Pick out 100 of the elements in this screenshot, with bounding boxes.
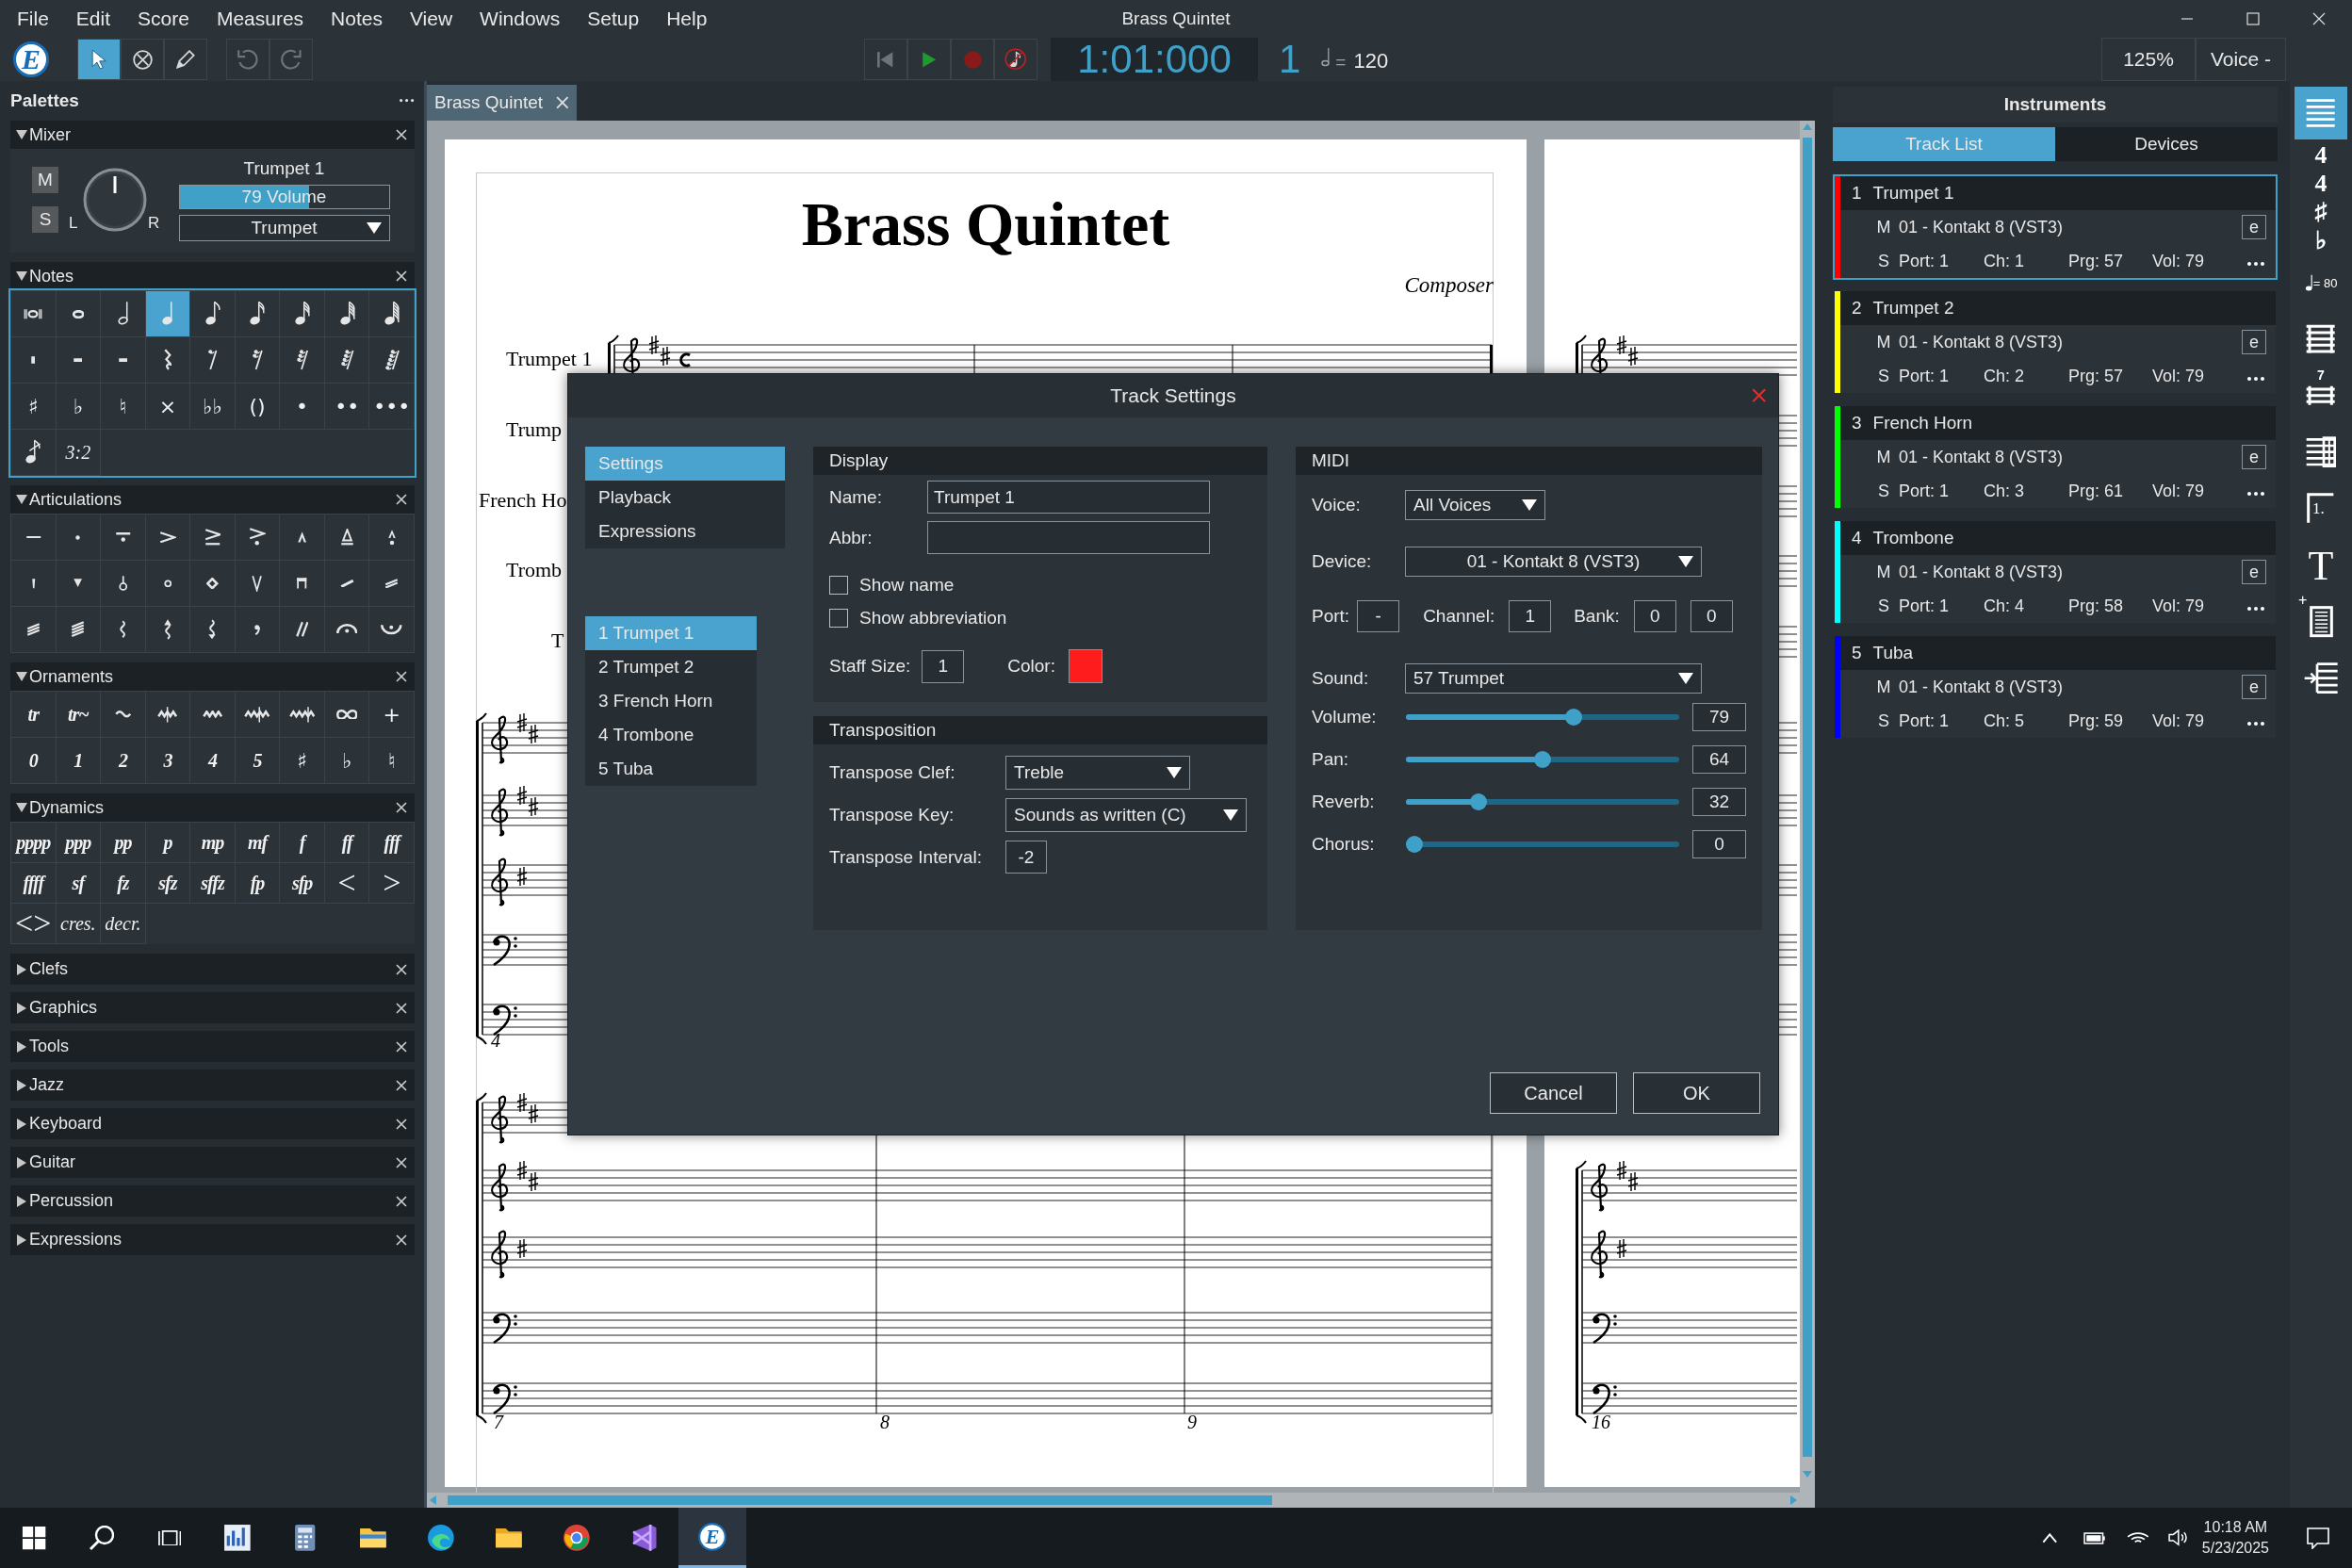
slider-value-field[interactable]: 32 bbox=[1691, 787, 1746, 816]
track-card[interactable]: 1 Trumpet 1 M 01 - Kontakt 8 (VST3) e S Port: 1 Ch: 1 Prg: 57 Vol: 79 bbox=[1833, 174, 2278, 280]
edit-button[interactable]: e bbox=[2242, 560, 2266, 584]
palette-item[interactable]: ♯ bbox=[280, 738, 325, 784]
device-dropdown[interactable]: 01 - Kontakt 8 (VST3) bbox=[1405, 547, 1702, 577]
menu-item[interactable]: Windows bbox=[468, 4, 577, 34]
palette-item[interactable]: pp bbox=[101, 823, 146, 863]
bank-field[interactable]: 0 bbox=[1633, 600, 1676, 632]
palette-item[interactable]: cres. bbox=[56, 904, 102, 944]
key-signature-tool[interactable]: ♯ ♭ bbox=[2295, 200, 2347, 253]
settings-page-tab[interactable]: Expressions bbox=[585, 514, 785, 548]
solo-toggle[interactable]: S bbox=[1869, 251, 1899, 271]
track-list-item[interactable]: 3 French Horn bbox=[585, 684, 757, 718]
voice-dropdown[interactable]: All Voices bbox=[1405, 490, 1545, 520]
palette-item[interactable]: ♭♭ bbox=[190, 384, 236, 430]
palette-item[interactable]: < bbox=[324, 863, 370, 904]
palette-item[interactable]: + bbox=[369, 692, 415, 738]
menu-item[interactable]: Score bbox=[126, 4, 205, 34]
checkbox-option[interactable]: Show name bbox=[829, 575, 1251, 596]
track-card[interactable]: 5 Tuba M 01 - Kontakt 8 (VST3) e S Port: 1 Ch: 5 Prg: 59 Vol: 79 bbox=[1833, 634, 2278, 740]
palette-item[interactable]: 4 bbox=[190, 738, 236, 784]
track-list-item[interactable]: 4 Trombone bbox=[585, 718, 757, 752]
palette-item[interactable]: sfp bbox=[280, 863, 325, 904]
taskbar-app-button[interactable]: E bbox=[678, 1508, 746, 1568]
palette-item[interactable]: ♭ bbox=[324, 738, 370, 784]
solo-toggle[interactable]: S bbox=[1869, 481, 1899, 501]
voice-button[interactable]: Voice - bbox=[2196, 38, 2286, 81]
menu-item[interactable]: View bbox=[398, 4, 469, 34]
palette-item[interactable]: 1 bbox=[56, 738, 102, 784]
palette-section-header[interactable]: Expressions bbox=[10, 1224, 415, 1255]
mute-button[interactable]: M bbox=[32, 167, 58, 193]
palette-item[interactable]: f bbox=[280, 823, 325, 863]
menu-item[interactable]: Help bbox=[655, 4, 724, 34]
palette-item[interactable]: ••• bbox=[369, 384, 415, 430]
app-logo[interactable]: E bbox=[13, 41, 49, 77]
palette-item[interactable]: ff bbox=[324, 823, 370, 863]
palette-item[interactable]: •• bbox=[324, 384, 370, 430]
palette-item[interactable]: ♯ bbox=[11, 384, 57, 430]
transpose-key-dropdown[interactable]: Sounds as written (C) bbox=[1005, 798, 1247, 832]
menu-item[interactable]: Notes bbox=[319, 4, 399, 34]
palette-section-header[interactable]: Dynamics bbox=[10, 793, 415, 822]
menu-item[interactable]: Setup bbox=[576, 4, 656, 34]
solo-toggle[interactable]: S bbox=[1869, 596, 1899, 616]
port-field[interactable]: - bbox=[1357, 600, 1400, 632]
palette-item[interactable]: • bbox=[280, 384, 325, 430]
palette-item[interactable]: pppp bbox=[11, 823, 57, 863]
zoom-level-button[interactable]: 125% bbox=[2101, 38, 2196, 81]
solo-toggle[interactable]: S bbox=[1869, 710, 1899, 731]
palette-section-header[interactable]: Jazz bbox=[10, 1070, 415, 1101]
document-tab[interactable]: Brass Quintet bbox=[427, 85, 577, 121]
text-tool[interactable]: T bbox=[2295, 539, 2347, 592]
palette-item[interactable]: () bbox=[235, 384, 281, 430]
palette-section-header[interactable]: Notes bbox=[10, 262, 415, 290]
staff-size-field[interactable]: 1 bbox=[922, 649, 965, 683]
mute-toggle[interactable]: M bbox=[1869, 332, 1899, 352]
palette-section-header[interactable]: Articulations bbox=[10, 485, 415, 514]
track-card[interactable]: 3 French Horn M 01 - Kontakt 8 (VST3) e S Port: 1 Ch: 3 Prg: 61 Vol: 79 bbox=[1833, 404, 2278, 510]
time-signature-tool[interactable]: 4 4 bbox=[2295, 143, 2347, 196]
mute-toggle[interactable]: M bbox=[1869, 447, 1899, 467]
dialog-button[interactable]: OK bbox=[1633, 1072, 1760, 1114]
track-list-item[interactable]: 5 Tuba bbox=[585, 752, 757, 786]
mute-toggle[interactable]: M bbox=[1869, 217, 1899, 237]
edit-button[interactable]: e bbox=[2242, 330, 2266, 354]
palette-item[interactable]: 3:2 bbox=[56, 430, 102, 476]
palette-item[interactable]: mf bbox=[235, 823, 281, 863]
palette-section-header[interactable]: Mixer bbox=[10, 121, 415, 149]
palette-item[interactable]: > bbox=[369, 863, 415, 904]
solo-button[interactable]: S bbox=[32, 206, 58, 233]
mute-toggle[interactable]: M bbox=[1869, 677, 1899, 697]
slider-value-field[interactable]: 64 bbox=[1691, 744, 1746, 774]
checkbox-option[interactable]: Show abbreviation bbox=[829, 608, 1251, 629]
palette-item[interactable]: ♮ bbox=[369, 738, 415, 784]
edit-button[interactable]: e bbox=[2242, 215, 2266, 239]
menu-item[interactable]: File bbox=[6, 4, 65, 34]
transpose-clef-dropdown[interactable]: Treble bbox=[1005, 756, 1190, 790]
palette-item[interactable]: sffz bbox=[190, 863, 236, 904]
tuplet-tool[interactable]: 7 bbox=[2295, 369, 2347, 422]
palette-item[interactable]: ffff bbox=[11, 863, 57, 904]
palette-item[interactable]: ppp bbox=[56, 823, 102, 863]
palette-item[interactable]: fz bbox=[101, 863, 146, 904]
track-card[interactable]: 4 Trombone M 01 - Kontakt 8 (VST3) e S Port: 1 Ch: 4 Prg: 58 Vol: 79 bbox=[1833, 519, 2278, 625]
palette-item[interactable]: fp bbox=[235, 863, 281, 904]
palette-section-header[interactable]: Ornaments bbox=[10, 662, 415, 691]
palette-item[interactable]: mp bbox=[190, 823, 236, 863]
track-card[interactable]: 2 Trumpet 2 M 01 - Kontakt 8 (VST3) e S Port: 1 Ch: 2 Prg: 57 Vol: 79 bbox=[1833, 289, 2278, 395]
palette-item[interactable]: sfz bbox=[145, 863, 191, 904]
palette-item[interactable]: decr. bbox=[101, 904, 146, 944]
slider-value-field[interactable]: 79 bbox=[1691, 702, 1746, 731]
palette-item[interactable]: sf bbox=[56, 863, 102, 904]
panel-tab[interactable]: Devices bbox=[2055, 127, 2278, 161]
palette-item[interactable]: × bbox=[145, 384, 191, 430]
palette-item[interactable]: tr~ bbox=[56, 692, 102, 738]
channel-field[interactable]: 1 bbox=[1509, 600, 1552, 632]
dialog-button[interactable]: Cancel bbox=[1490, 1072, 1617, 1114]
palette-section-header[interactable]: Clefs bbox=[10, 954, 415, 985]
edit-button[interactable]: e bbox=[2242, 445, 2266, 469]
bank-field[interactable]: 0 bbox=[1690, 600, 1733, 632]
palette-section-header[interactable]: Keyboard bbox=[10, 1108, 415, 1139]
tempo-tool[interactable]: = 80 bbox=[2295, 256, 2347, 309]
palette-item[interactable]: 3 bbox=[145, 738, 191, 784]
